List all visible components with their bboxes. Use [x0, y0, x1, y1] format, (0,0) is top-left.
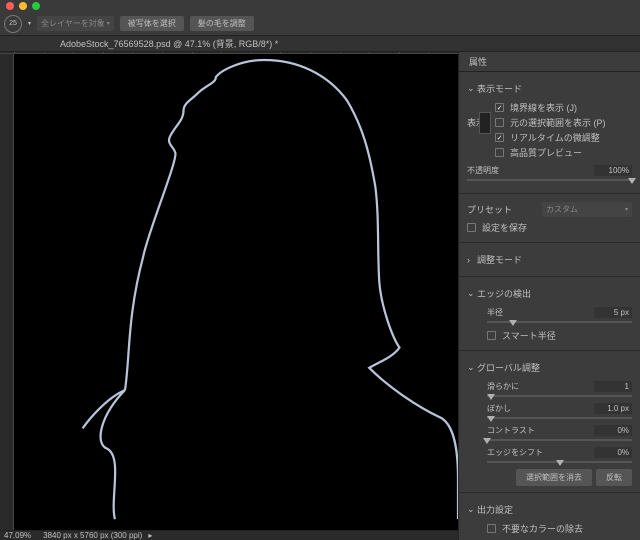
properties-tab[interactable]: 属性	[459, 52, 497, 71]
save-settings-checkbox[interactable]	[467, 223, 476, 232]
chevron-right-icon: ›	[467, 255, 477, 265]
status-menu-icon[interactable]: ▸	[148, 531, 152, 540]
save-settings-label: 設定を保存	[482, 221, 527, 234]
edge-detection-header[interactable]: ⌄エッジの検出	[467, 283, 632, 304]
preset-label: プリセット	[467, 203, 512, 216]
show-original-label: 元の選択範囲を表示 (P)	[510, 116, 606, 129]
sample-layers-dropdown[interactable]: 全レイヤーを対象▾	[37, 16, 114, 31]
opacity-label: 不透明度	[467, 165, 594, 176]
hq-preview-checkbox[interactable]	[495, 148, 504, 157]
smooth-label: 滑らかに	[487, 381, 594, 392]
adjust-mode-header[interactable]: ›調整モード	[467, 249, 632, 270]
canvas[interactable]	[14, 54, 458, 530]
radius-value[interactable]: 5 px	[594, 307, 632, 318]
feather-label: ぼかし	[487, 403, 594, 414]
options-bar: 25 ▾ 全レイヤーを対象▾ 被写体を選択 髪の毛を調整	[0, 12, 640, 36]
shift-edge-label: エッジをシフト	[487, 447, 594, 458]
brush-dropdown-icon[interactable]: ▾	[28, 20, 31, 27]
document-tab[interactable]: AdobeStock_76569528.psd @ 47.1% (背景, RGB…	[60, 37, 278, 50]
radius-slider[interactable]	[487, 321, 632, 323]
properties-panel: 属性 ⌄ 表示モード 境界線を表示 (J) 表示 元の選択範囲を表示 (P) リ…	[458, 52, 640, 540]
selection-outline	[14, 54, 458, 530]
show-border-label: 境界線を表示 (J)	[510, 101, 577, 114]
show-original-checkbox[interactable]	[495, 118, 504, 127]
invert-button[interactable]: 反転	[596, 469, 632, 486]
refine-hair-button[interactable]: 髪の毛を調整	[190, 16, 254, 31]
close-icon[interactable]	[6, 2, 14, 10]
global-refine-header[interactable]: ⌄グローバル調整	[467, 357, 632, 378]
contrast-value[interactable]: 0%	[594, 425, 632, 436]
shift-edge-slider[interactable]	[487, 461, 632, 463]
shift-edge-value[interactable]: 0%	[594, 447, 632, 458]
preset-dropdown[interactable]: カスタム▾	[542, 202, 632, 217]
realtime-checkbox[interactable]	[495, 133, 504, 142]
realtime-label: リアルタイムの微調整	[510, 131, 600, 144]
status-bar: 47.09% 3840 px x 5760 px (300 ppi) ▸	[0, 530, 458, 540]
feather-value[interactable]: 1.0 px	[594, 403, 632, 414]
decontaminate-label: 不要なカラーの除去	[502, 522, 583, 535]
brush-preview-icon[interactable]: 25	[4, 15, 22, 33]
view-thumbnail[interactable]	[479, 112, 491, 134]
opacity-value[interactable]: 100%	[594, 165, 632, 176]
smooth-value[interactable]: 1	[594, 381, 632, 392]
document-tab-bar: AdobeStock_76569528.psd @ 47.1% (背景, RGB…	[0, 36, 640, 52]
output-settings-header[interactable]: ⌄出力設定	[467, 499, 632, 520]
contrast-label: コントラスト	[487, 425, 594, 436]
chevron-down-icon: ⌄	[467, 362, 477, 373]
window-controls	[0, 0, 640, 12]
show-border-checkbox[interactable]	[495, 103, 504, 112]
close-tab-icon[interactable]	[282, 39, 292, 49]
smart-radius-label: スマート半径	[502, 329, 556, 342]
contrast-slider[interactable]	[487, 439, 632, 441]
chevron-down-icon: ⌄	[467, 83, 477, 94]
zoom-level[interactable]: 47.09%	[4, 531, 31, 540]
maximize-icon[interactable]	[32, 2, 40, 10]
view-mode-header[interactable]: ⌄ 表示モード	[467, 78, 632, 99]
radius-label: 半径	[487, 307, 594, 318]
decontaminate-checkbox[interactable]	[487, 524, 496, 533]
minimize-icon[interactable]	[19, 2, 27, 10]
opacity-slider[interactable]	[467, 179, 632, 181]
chevron-down-icon: ⌄	[467, 288, 477, 299]
select-subject-button[interactable]: 被写体を選択	[120, 16, 184, 31]
chevron-down-icon: ⌄	[467, 504, 477, 515]
clear-selection-button[interactable]: 選択範囲を消去	[516, 469, 592, 486]
feather-slider[interactable]	[487, 417, 632, 419]
document-dimensions: 3840 px x 5760 px (300 ppi)	[43, 531, 142, 540]
smooth-slider[interactable]	[487, 395, 632, 397]
ruler-vertical	[0, 54, 14, 530]
smart-radius-checkbox[interactable]	[487, 331, 496, 340]
brush-size-value: 25	[9, 20, 17, 27]
hq-preview-label: 高品質プレビュー	[510, 146, 582, 159]
